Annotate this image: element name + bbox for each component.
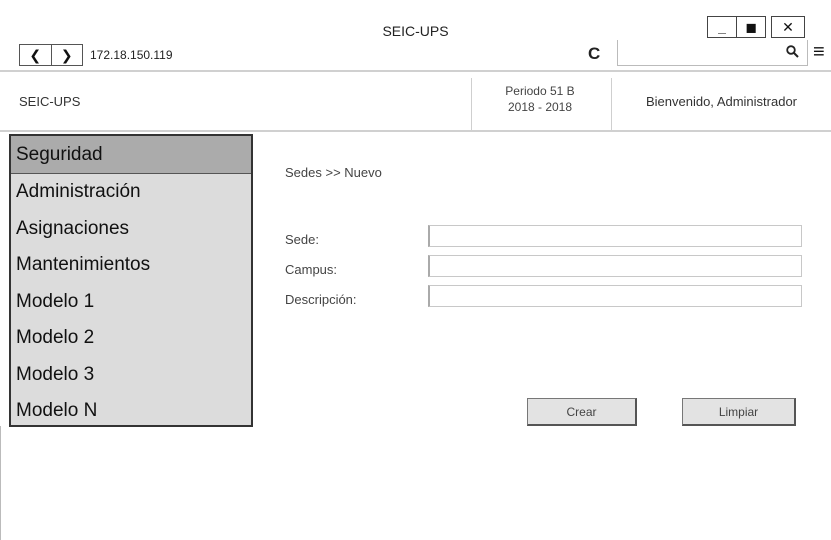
sidebar-item-modelo-2[interactable]: Modelo 2	[11, 320, 251, 357]
sidebar: Seguridad Administración Asignaciones Ma…	[9, 134, 253, 427]
browser-search-input[interactable]	[617, 40, 808, 66]
sidebar-item-administracion[interactable]: Administración	[11, 174, 251, 211]
descripcion-input[interactable]	[428, 285, 802, 307]
sede-input[interactable]	[428, 225, 802, 247]
crear-button[interactable]: Crear	[527, 398, 637, 426]
breadcrumb: Sedes >> Nuevo	[285, 165, 382, 180]
descripcion-label: Descripción:	[285, 292, 357, 307]
address-bar[interactable]: 172.18.150.119	[90, 48, 173, 62]
header-bottom-divider	[0, 130, 831, 132]
close-button[interactable]: ✕	[771, 16, 805, 38]
minimize-icon: _	[718, 19, 726, 35]
sidebar-item-modelo-3[interactable]: Modelo 3	[11, 357, 251, 394]
app-brand: SEIC-UPS	[19, 94, 81, 109]
periodo-name: Periodo 51 B	[505, 84, 575, 98]
restore-icon: ◼	[745, 18, 757, 35]
sidebar-item-mantenimientos[interactable]: Mantenimientos	[11, 247, 251, 284]
sidebar-item-modelo-1[interactable]: Modelo 1	[11, 284, 251, 321]
reload-icon[interactable]: C	[588, 44, 600, 64]
sidebar-item-seguridad[interactable]: Seguridad	[11, 136, 251, 174]
nav-buttons: ❮ ❯	[19, 44, 83, 66]
sidebar-item-modelo-n[interactable]: Modelo N	[11, 393, 251, 430]
hamburger-menu-icon[interactable]: ≡	[813, 42, 825, 62]
search-icon[interactable]	[786, 45, 799, 61]
sidebar-item-asignaciones[interactable]: Asignaciones	[11, 211, 251, 248]
toolbar-divider	[0, 70, 831, 72]
campus-input[interactable]	[428, 255, 802, 277]
close-icon: ✕	[782, 18, 794, 35]
forward-button[interactable]: ❯	[50, 45, 83, 65]
campus-label: Campus:	[285, 262, 338, 277]
periodo-info: Periodo 51 B 2018 - 2018	[472, 83, 608, 115]
minimize-button[interactable]: _	[707, 16, 737, 38]
back-icon: ❮	[29, 46, 42, 63]
back-button[interactable]: ❮	[20, 45, 51, 65]
restore-button[interactable]: ◼	[736, 16, 766, 38]
forward-icon: ❯	[60, 46, 73, 63]
periodo-years: 2018 - 2018	[507, 100, 573, 114]
window-left-edge	[0, 426, 1, 540]
limpiar-button[interactable]: Limpiar	[682, 398, 796, 426]
sede-label: Sede:	[285, 232, 319, 247]
welcome-text: Bienvenido, Administrador	[645, 94, 798, 109]
